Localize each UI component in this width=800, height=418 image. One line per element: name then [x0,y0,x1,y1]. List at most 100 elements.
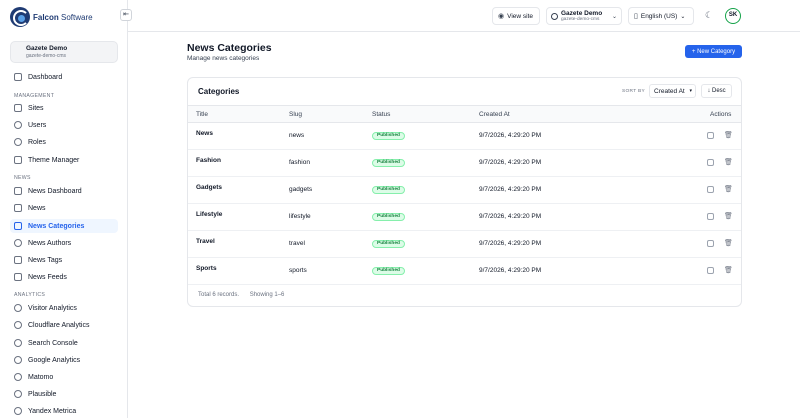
brand[interactable]: Falcon Software [10,6,128,28]
sidebar-item-label: News [28,204,46,212]
search-icon [14,339,22,347]
column-status[interactable]: Status [372,111,390,118]
row-slug: fashion [289,159,310,166]
sidebar-item-label: News Authors [28,239,72,247]
sidebar-item-cloudflare-analytics[interactable]: Cloudflare Analytics [10,318,118,332]
sidebar-item-label: Search Console [28,339,78,347]
row-title[interactable]: Lifestyle [196,211,222,218]
yandex-icon [14,407,22,415]
sidebar-item-news-tags[interactable]: News Tags [10,253,118,267]
categories-card: Categories SORT BY Created At ▾ ↓ Desc T… [187,77,742,307]
google-icon [14,356,22,364]
trash-icon[interactable]: 🗑 [724,267,733,274]
workspace-name: Gazete Demo [26,45,68,52]
section-analytics: ANALYTICS [14,292,46,298]
site-selector[interactable]: Gazete Demo gazete-demo-cms ⌄ [546,7,622,25]
cloud-icon [14,321,22,329]
sidebar-item-label: News Categories [28,222,85,230]
trash-icon[interactable]: 🗑 [724,159,733,166]
sidebar-item-label: Sites [28,104,44,112]
row-title[interactable]: News [196,130,213,137]
row-slug: lifestyle [289,213,311,220]
workspace-switcher[interactable]: Gazete Demo gazete-demo-cms [10,41,118,63]
view-site-button[interactable]: ◉ View site [492,7,540,25]
edit-icon[interactable] [707,213,714,220]
sidebar-item-label: Roles [28,138,46,146]
row-title[interactable]: Fashion [196,157,221,164]
sidebar-item-news-dashboard[interactable]: News Dashboard [10,184,118,198]
row-title[interactable]: Gadgets [196,184,222,191]
sidebar-item-label: News Dashboard [28,187,82,195]
trash-icon[interactable]: 🗑 [724,213,733,220]
sidebar-item-dashboard[interactable]: Dashboard [10,70,118,84]
sidebar-item-users[interactable]: Users [10,118,118,132]
authors-icon [14,239,22,247]
status-badge: Published [372,213,405,221]
sidebar-collapse-button[interactable]: ⇤ [120,9,132,21]
column-created-at[interactable]: Created At [479,111,510,118]
sidebar-item-news-categories[interactable]: News Categories [10,219,118,233]
language-selector[interactable]: ▯ English (US) ⌄ [628,7,694,25]
sidebar-item-roles[interactable]: Roles [10,135,118,149]
sidebar-item-label: Google Analytics [28,356,81,364]
edit-icon[interactable] [707,240,714,247]
sidebar-item-theme-manager[interactable]: Theme Manager [10,153,118,167]
top-header: ◉ View site Gazete Demo gazete-demo-cms … [128,0,800,32]
sidebar-item-news[interactable]: News [10,201,118,215]
row-created-at: 9/7/2026, 4:29:20 PM [479,132,542,139]
edit-icon[interactable] [707,267,714,274]
table-row: Lifestyle lifestyle Published 9/7/2026, … [188,204,741,231]
edit-icon[interactable] [707,159,714,166]
sidebar-item-search-console[interactable]: Search Console [10,336,118,350]
tag-icon [14,256,22,264]
sort-label: SORT BY [622,89,645,94]
chevron-down-icon: ⌄ [680,13,686,20]
sidebar-item-news-authors[interactable]: News Authors [10,236,118,250]
language-label: English (US) [640,12,678,20]
visitor-icon [14,304,22,312]
edit-icon[interactable] [707,132,714,139]
brand-rest: Software [58,12,93,22]
trash-icon[interactable]: 🗑 [724,240,733,247]
row-slug: sports [289,267,307,274]
sidebar-item-google-analytics[interactable]: Google Analytics [10,353,118,367]
new-category-button[interactable]: + New Category [685,45,742,58]
categories-icon [14,222,22,230]
globe-icon [551,13,558,20]
sidebar-item-plausible[interactable]: Plausible [10,387,118,401]
row-slug: news [289,132,305,139]
row-title[interactable]: Travel [196,238,215,245]
edit-icon[interactable] [707,186,714,193]
page-title: News Categories [187,42,272,54]
sort-direction-button[interactable]: ↓ Desc [701,84,732,98]
sort-value: Created At [654,87,685,95]
trash-icon[interactable]: 🗑 [724,186,733,193]
workspace-slug: gazete-demo-cms [26,53,67,59]
sort-select[interactable]: Created At ▾ [649,84,696,98]
sidebar-item-sites[interactable]: Sites [10,101,118,115]
feed-icon [14,273,22,281]
chevron-down-icon: ▾ [689,88,692,94]
status-badge: Published [372,240,405,248]
sidebar-item-visitor-analytics[interactable]: Visitor Analytics [10,301,118,315]
site-name: Gazete Demo [561,9,603,17]
moon-icon[interactable]: ☾ [705,10,713,21]
page-subtitle: Manage news categories [187,55,260,62]
language-icon: ▯ [634,13,638,20]
sidebar-item-matomo[interactable]: Matomo [10,370,118,384]
news-dashboard-icon [14,187,22,195]
row-title[interactable]: Sports [196,265,217,272]
sites-icon [14,104,22,112]
chevron-down-icon: ⌄ [611,14,617,20]
matomo-icon [14,373,22,381]
sidebar-item-yandex-metrica[interactable]: Yandex Metrica [10,404,118,418]
row-created-at: 9/7/2026, 4:29:20 PM [479,240,542,247]
column-title[interactable]: Title [196,111,208,118]
trash-icon[interactable]: 🗑 [724,132,733,139]
sidebar-item-label: Dashboard [28,73,63,81]
newspaper-icon [14,204,22,212]
plausible-icon [14,390,22,398]
column-slug[interactable]: Slug [289,111,302,118]
sidebar-item-news-feeds[interactable]: News Feeds [10,270,118,284]
user-avatar[interactable]: SK [725,8,741,24]
